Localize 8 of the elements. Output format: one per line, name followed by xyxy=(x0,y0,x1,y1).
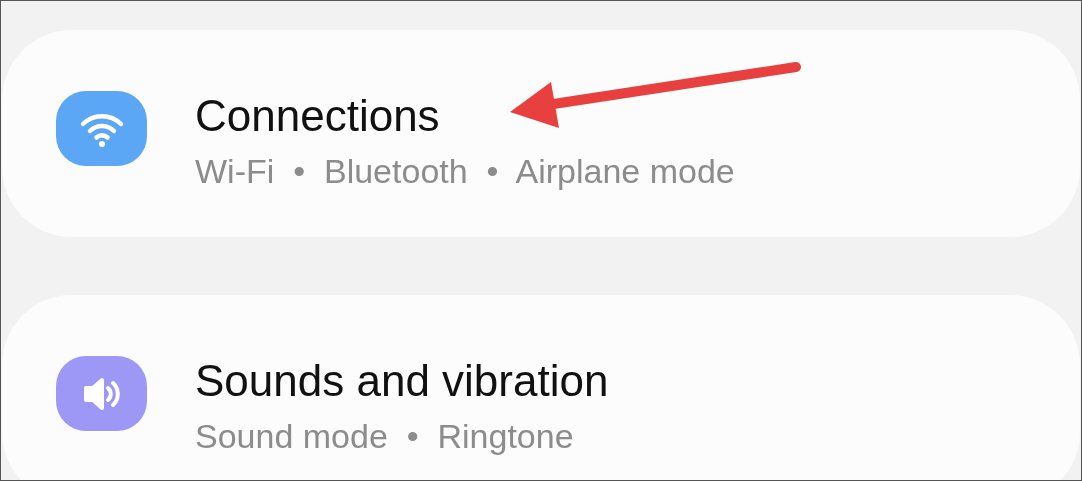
settings-card[interactable]: Sounds and vibration Sound mode • Ringtone xyxy=(2,295,1080,480)
wifi-icon xyxy=(56,91,147,166)
speaker-icon xyxy=(56,356,147,431)
settings-card[interactable]: Connections Wi-Fi • Bluetooth • Airplane mode xyxy=(2,30,1080,237)
item-title: Sounds and vibration xyxy=(195,355,609,407)
item-subtitle: Wi-Fi • Bluetooth • Airplane mode xyxy=(195,151,735,192)
item-title: Connections xyxy=(195,90,441,142)
item-subtitle: Sound mode • Ringtone xyxy=(195,416,575,457)
